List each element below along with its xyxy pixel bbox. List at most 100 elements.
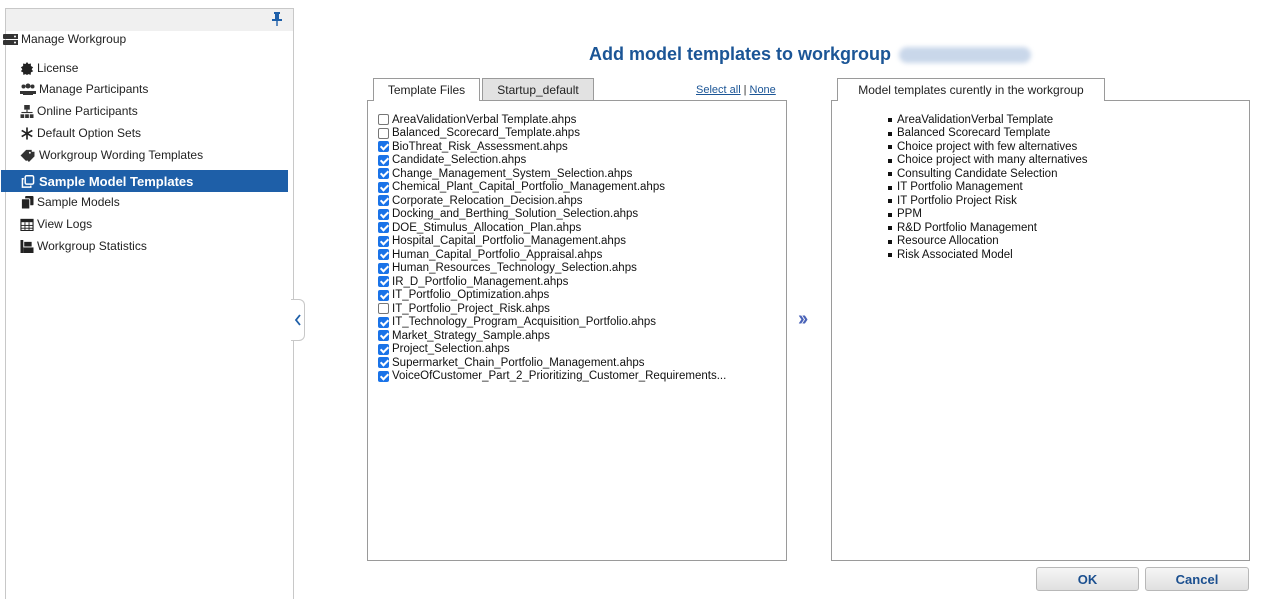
file-row[interactable]: Human_Resources_Technology_Selection.ahp… xyxy=(378,262,726,276)
file-row[interactable]: DOE_Stimulus_Allocation_Plan.ahps xyxy=(378,221,726,235)
sidebar-item-label: Sample Models xyxy=(37,195,120,209)
ok-button[interactable]: OK xyxy=(1036,567,1139,591)
tags-icon xyxy=(20,149,35,162)
file-checkbox[interactable] xyxy=(378,370,389,382)
file-name: Human_Capital_Portfolio_Appraisal.ahps xyxy=(392,248,603,261)
file-row[interactable]: IT_Portfolio_Project_Risk.ahps xyxy=(378,302,726,316)
sidebar-item-workgroup-wording-templates[interactable]: Workgroup Wording Templates xyxy=(20,145,203,165)
file-row[interactable]: AreaValidationVerbal Template.ahps xyxy=(378,113,726,127)
asterisk-icon xyxy=(21,126,33,140)
tab-startup-default[interactable]: Startup_default xyxy=(482,78,594,100)
users-icon xyxy=(20,83,36,95)
file-checkbox[interactable] xyxy=(378,127,389,139)
file-name: BioThreat_Risk_Assessment.ahps xyxy=(392,140,568,153)
current-templates-list: AreaValidationVerbal Template Balanced Sc… xyxy=(888,113,1087,262)
nav-root-label: Manage Workgroup xyxy=(21,32,127,46)
select-links: Select all | None xyxy=(696,84,776,96)
file-row[interactable]: Human_Capital_Portfolio_Appraisal.ahps xyxy=(378,248,726,262)
file-checkbox[interactable] xyxy=(378,208,389,220)
chevron-left-icon xyxy=(294,314,301,326)
file-checkbox[interactable] xyxy=(378,114,389,126)
file-row[interactable]: Balanced_Scorecard_Template.ahps xyxy=(378,127,726,141)
collapse-sidebar-button[interactable] xyxy=(291,299,305,341)
file-row[interactable]: Corporate_Relocation_Decision.ahps xyxy=(378,194,726,208)
select-all-link[interactable]: Select all xyxy=(696,84,741,96)
list-item: Choice project with many alternatives xyxy=(888,154,1087,168)
file-row[interactable]: Project_Selection.ahps xyxy=(378,343,726,357)
sidebar-item-license[interactable]: License xyxy=(20,58,78,78)
list-item: IT Portfolio Management xyxy=(888,181,1087,195)
file-checkbox[interactable] xyxy=(378,181,389,193)
list-item: R&D Portfolio Management xyxy=(888,221,1087,235)
file-row[interactable]: IT_Technology_Program_Acquisition_Portfo… xyxy=(378,316,726,330)
tab-label: Model templates curently in the workgrou… xyxy=(858,83,1084,97)
sidebar-item-sample-model-templates[interactable]: Sample Model Templates xyxy=(1,170,288,192)
sidebar-item-manage-participants[interactable]: Manage Participants xyxy=(20,79,148,99)
sidebar-item-workgroup-statistics[interactable]: Workgroup Statistics xyxy=(20,236,147,256)
sidebar-item-default-option-sets[interactable]: Default Option Sets xyxy=(20,123,141,143)
documents-icon xyxy=(20,195,34,209)
cancel-button[interactable]: Cancel xyxy=(1145,567,1249,591)
file-checkbox[interactable] xyxy=(378,222,389,234)
file-checkbox[interactable] xyxy=(378,235,389,247)
file-name: IR_D_Portfolio_Management.ahps xyxy=(392,275,569,288)
sidebar-item-label: License xyxy=(37,61,79,75)
file-row[interactable]: IT_Portfolio_Optimization.ahps xyxy=(378,289,726,303)
file-name: AreaValidationVerbal Template.ahps xyxy=(392,113,577,126)
nav-manage-workgroup[interactable]: Manage Workgroup xyxy=(2,30,126,48)
tab-template-files[interactable]: Template Files xyxy=(373,78,480,101)
list-item: AreaValidationVerbal Template xyxy=(888,113,1087,127)
sidebar-item-label: Workgroup Wording Templates xyxy=(39,148,204,162)
tab-current-templates[interactable]: Model templates curently in the workgrou… xyxy=(837,78,1105,101)
page-title: Add model templates to workgroup xyxy=(589,44,1032,65)
file-checkbox[interactable] xyxy=(378,343,389,355)
file-checkbox[interactable] xyxy=(378,303,389,315)
file-checkbox[interactable] xyxy=(378,289,389,301)
list-item: IT Portfolio Project Risk xyxy=(888,194,1087,208)
network-icon xyxy=(20,104,34,118)
file-name: Docking_and_Berthing_Solution_Selection.… xyxy=(392,208,639,221)
file-checkbox[interactable] xyxy=(378,262,389,274)
sidebar-item-view-logs[interactable]: View Logs xyxy=(20,214,92,234)
sidebar-item-label: Default Option Sets xyxy=(37,126,142,140)
file-row[interactable]: Market_Strategy_Sample.ahps xyxy=(378,329,726,343)
file-checkbox[interactable] xyxy=(378,249,389,261)
file-name: Hospital_Capital_Portfolio_Management.ah… xyxy=(392,235,626,248)
file-checkbox[interactable] xyxy=(378,357,389,369)
file-name: Candidate_Selection.ahps xyxy=(392,154,527,167)
separator: | xyxy=(743,84,747,96)
file-checkbox[interactable] xyxy=(378,195,389,207)
list-item: Balanced Scorecard Template xyxy=(888,127,1087,141)
move-right-button[interactable]: ›› xyxy=(798,308,808,331)
file-row[interactable]: Change_Management_System_Selection.ahps xyxy=(378,167,726,181)
sidebar-item-online-participants[interactable]: Online Participants xyxy=(20,101,138,121)
file-row[interactable]: BioThreat_Risk_Assessment.ahps xyxy=(378,140,726,154)
list-item: Resource Allocation xyxy=(888,235,1087,249)
file-checkbox[interactable] xyxy=(378,316,389,328)
file-row[interactable]: Supermarket_Chain_Portfolio_Management.a… xyxy=(378,356,726,370)
tab-label: Startup_default xyxy=(497,82,579,97)
sidebar-item-label: Manage Participants xyxy=(39,82,149,96)
file-row[interactable]: VoiceOfCustomer_Part_2_Prioritizing_Cust… xyxy=(378,370,726,384)
file-checkbox[interactable] xyxy=(378,154,389,166)
list-item: Risk Associated Model xyxy=(888,248,1087,262)
file-row[interactable]: Chemical_Plant_Capital_Portfolio_Managem… xyxy=(378,181,726,195)
select-none-link[interactable]: None xyxy=(750,84,776,96)
file-checkbox[interactable] xyxy=(378,276,389,288)
file-checkbox[interactable] xyxy=(378,141,389,153)
certificate-icon xyxy=(20,61,34,75)
pin-icon[interactable] xyxy=(272,12,282,26)
file-checkbox[interactable] xyxy=(378,330,389,342)
file-row[interactable]: Docking_and_Berthing_Solution_Selection.… xyxy=(378,208,726,222)
file-row[interactable]: Candidate_Selection.ahps xyxy=(378,154,726,168)
file-name: Change_Management_System_Selection.ahps xyxy=(392,167,633,180)
page-title-text: Add model templates to workgroup xyxy=(589,44,892,64)
file-row[interactable]: Hospital_Capital_Portfolio_Management.ah… xyxy=(378,235,726,249)
statistics-icon xyxy=(20,239,34,253)
file-row[interactable]: IR_D_Portfolio_Management.ahps xyxy=(378,275,726,289)
file-checkbox[interactable] xyxy=(378,168,389,180)
file-name: Corporate_Relocation_Decision.ahps xyxy=(392,194,583,207)
sidebar-item-sample-models[interactable]: Sample Models xyxy=(20,192,120,212)
double-chevron-right-icon: ›› xyxy=(798,308,808,330)
list-item: PPM xyxy=(888,208,1087,222)
